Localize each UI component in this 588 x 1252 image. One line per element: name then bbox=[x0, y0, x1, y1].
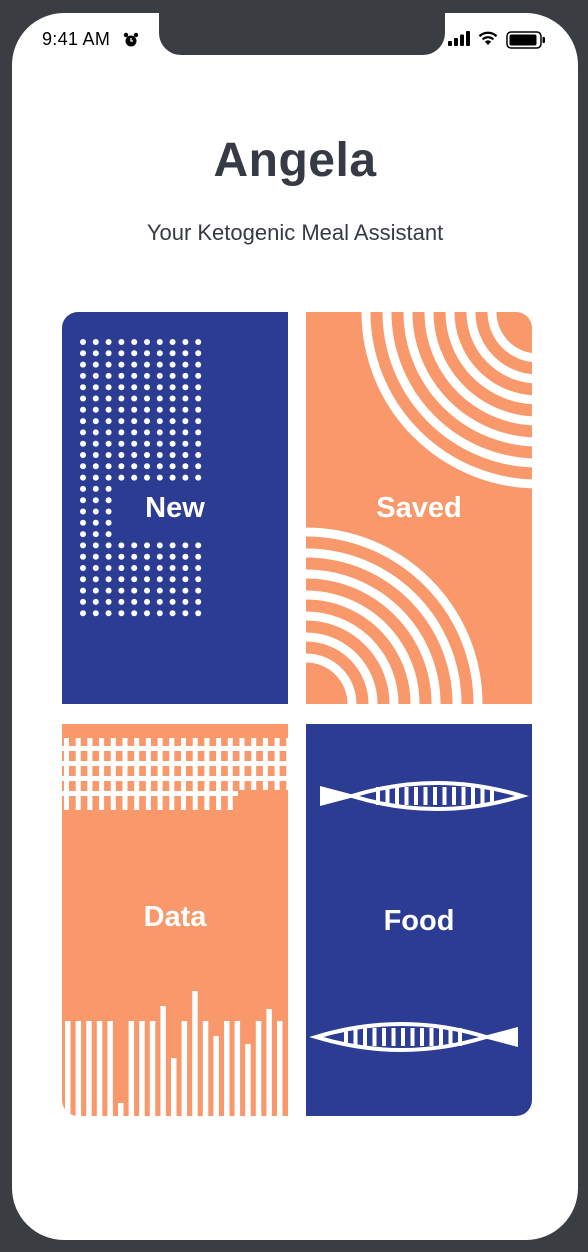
data-card-label: Data bbox=[143, 901, 207, 933]
device-notch bbox=[159, 13, 445, 55]
alarm-icon bbox=[123, 32, 139, 47]
app-screen: 9:41 AM Angela Your Ketogenic Meal Assis… bbox=[12, 13, 578, 1240]
new-card[interactable]: New bbox=[62, 312, 288, 704]
phone-frame: 9:41 AM Angela Your Ketogenic Meal Assis… bbox=[0, 0, 588, 1252]
signal-icon bbox=[448, 31, 470, 46]
wifi-icon bbox=[478, 31, 498, 45]
food-card-label: Food bbox=[383, 905, 455, 937]
status-time: 9:41 AM bbox=[42, 29, 111, 49]
saved-card-label: Saved bbox=[376, 492, 462, 524]
app-subtitle: Your Ketogenic Meal Assistant bbox=[146, 220, 444, 245]
battery-icon bbox=[506, 31, 545, 49]
data-card[interactable]: Data bbox=[62, 724, 288, 1116]
saved-card[interactable]: Saved bbox=[306, 312, 532, 704]
new-card-label: New bbox=[145, 492, 205, 524]
app-title: Angela bbox=[213, 134, 377, 187]
food-card[interactable]: Food bbox=[306, 724, 532, 1116]
